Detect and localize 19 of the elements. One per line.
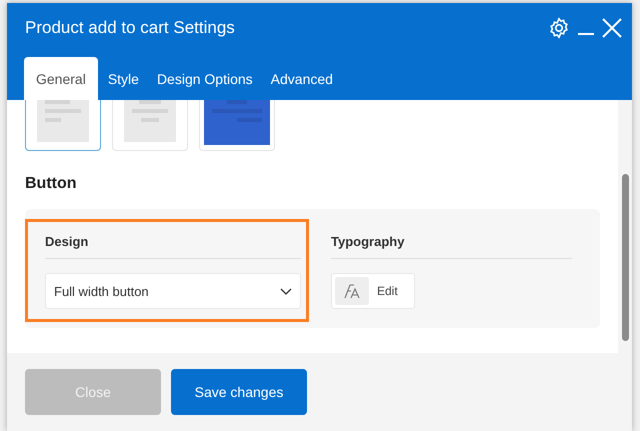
tab[interactable]: General [24, 57, 98, 100]
tab[interactable]: Design Options [148, 57, 261, 100]
thumbnail-preview [37, 100, 89, 142]
settings-icon[interactable] [548, 17, 570, 39]
thumbnail-preview [124, 100, 176, 142]
section-title: Button [25, 175, 78, 193]
close-icon[interactable] [602, 18, 622, 38]
typography-edit-button[interactable]: Edit [331, 273, 415, 309]
scrollbar[interactable] [618, 100, 632, 353]
tab[interactable]: Style [100, 57, 147, 100]
tab[interactable]: Advanced [262, 57, 341, 100]
chevron-down-icon [280, 288, 292, 294]
thumbnail-preview [204, 100, 270, 145]
field-label: Typography [331, 234, 572, 259]
field-label: Design [45, 234, 301, 259]
save-button[interactable]: Save changes [171, 369, 307, 415]
design-dropdown[interactable]: Full width button [45, 273, 301, 309]
font-icon [343, 283, 361, 299]
window-title: Product add to cart Settings [25, 18, 236, 38]
